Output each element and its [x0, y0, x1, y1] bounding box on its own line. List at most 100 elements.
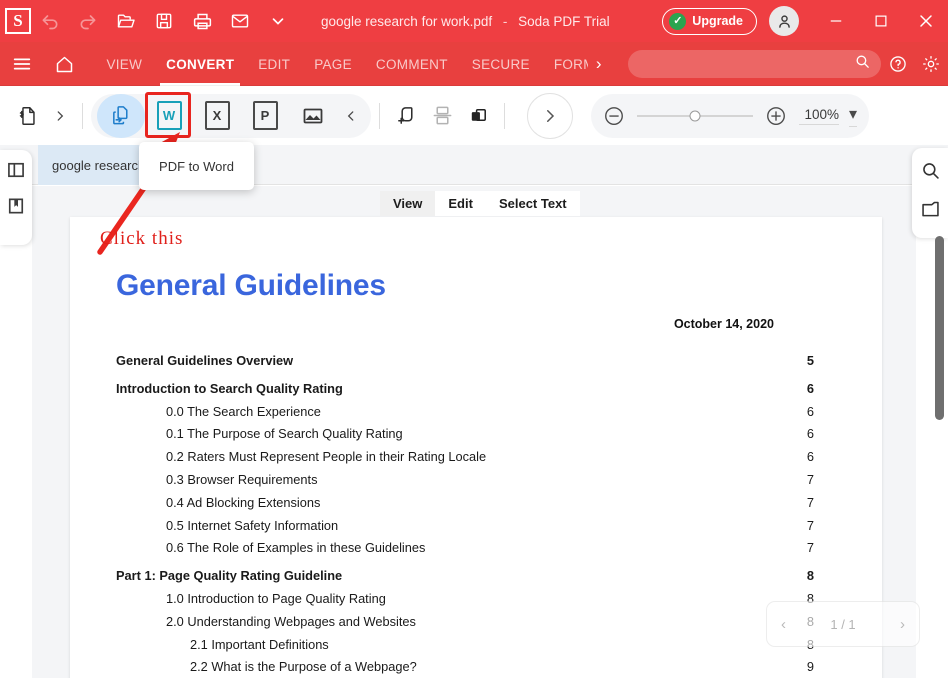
toc-row[interactable]: 0.6 The Role of Examples in these Guidel… — [116, 537, 836, 560]
toc-row[interactable]: 2.0 Understanding Webpages and Websites … — [116, 611, 836, 634]
toc-row[interactable]: 0.2 Raters Must Represent People in thei… — [116, 446, 836, 469]
gear-icon[interactable] — [915, 42, 948, 86]
maximize-button[interactable] — [858, 0, 903, 42]
page-counter: 1 / 1 — [830, 617, 855, 632]
split-page-icon[interactable] — [424, 96, 460, 136]
prev-page-chevron-left-icon[interactable]: ‹ — [781, 616, 786, 633]
zoom-controls: 100% ▾ — [591, 93, 870, 138]
check-icon: ✓ — [669, 12, 687, 30]
pdf-to-word-button[interactable]: W — [145, 94, 193, 138]
mode-select-text-button[interactable]: Select Text — [485, 191, 580, 216]
tab-view[interactable]: VIEW — [94, 42, 154, 86]
tab-page[interactable]: PAGE — [302, 42, 364, 86]
pdf-page: General Guidelines October 14, 2020 Gene… — [70, 217, 882, 678]
convert-from-pdf-button[interactable] — [97, 93, 145, 138]
zoom-slider[interactable] — [637, 110, 753, 121]
close-button[interactable] — [903, 0, 948, 42]
search-icon[interactable] — [854, 53, 871, 75]
current-page-value[interactable]: 1 — [830, 617, 837, 632]
pdf-to-powerpoint-button[interactable]: P — [241, 94, 289, 138]
panel-layout-icon[interactable] — [6, 160, 26, 180]
toc-row[interactable]: 0.3 Browser Requirements 7 — [116, 469, 836, 492]
toc-label: 0.5 Internet Safety Information — [166, 517, 339, 533]
toc-label: 2.1 Important Definitions — [190, 636, 329, 652]
next-page-chevron-right-icon[interactable]: › — [900, 616, 905, 633]
toc-row[interactable]: 2.2 What is the Purpose of a Webpage? 9 — [116, 656, 836, 678]
toc-label: 0.1 The Purpose of Search Quality Rating — [166, 426, 403, 442]
zoom-dropdown-chevron-down-icon[interactable]: ▾ — [849, 104, 858, 127]
toc-row[interactable]: 0.4 Ad Blocking Extensions 7 — [116, 492, 836, 515]
open-folder-icon[interactable] — [107, 0, 145, 42]
chevron-down-icon[interactable] — [259, 0, 297, 42]
minimize-button[interactable] — [813, 0, 858, 42]
tab-edit[interactable]: EDIT — [246, 42, 302, 86]
toc-row[interactable]: Introduction to Search Quality Rating 6 — [116, 373, 836, 401]
page-navigator: ‹ 1 / 1 › — [766, 601, 920, 647]
toc-page-number: 6 — [806, 426, 814, 442]
toc-row[interactable]: 0.5 Internet Safety Information 7 — [116, 515, 836, 538]
word-badge: W — [156, 101, 182, 130]
search-input[interactable] — [637, 56, 855, 72]
zoom-level-value[interactable]: 100% — [799, 107, 839, 125]
annotation-label: Click this — [100, 228, 184, 249]
home-icon[interactable] — [43, 42, 86, 86]
title-bar: S google research for work.pdf - Soda PD… — [0, 0, 948, 42]
toolbar-divider — [82, 102, 83, 129]
toolbar-next-chevron-icon[interactable] — [46, 96, 74, 136]
search-box[interactable] — [627, 50, 882, 78]
toc-page-number: 6 — [806, 403, 814, 419]
titlebar-right-group: ✓ Upgrade — [662, 0, 948, 42]
avatar[interactable] — [769, 6, 799, 36]
right-sidebar-rail — [912, 148, 948, 238]
toolbar-scroll-next-button[interactable] — [527, 92, 573, 139]
mode-edit-button[interactable]: Edit — [435, 191, 486, 216]
hamburger-menu-icon[interactable] — [0, 42, 43, 86]
bookmark-icon[interactable] — [6, 196, 26, 216]
zoom-out-icon[interactable] — [603, 105, 625, 127]
upgrade-label: Upgrade — [692, 14, 743, 28]
pdf-to-excel-button[interactable]: X — [193, 94, 241, 138]
tab-form[interactable]: FORM — [542, 42, 588, 86]
toc-page-number: 7 — [806, 540, 814, 556]
toolbar-divider-2 — [379, 102, 380, 129]
print-icon[interactable] — [183, 0, 221, 42]
view-mode-bar: View Edit Select Text — [380, 191, 580, 216]
mail-icon[interactable] — [221, 0, 259, 42]
help-icon[interactable] — [881, 42, 914, 86]
tab-secure[interactable]: SECURE — [460, 42, 542, 86]
toc-page-number: 5 — [806, 353, 814, 368]
toc-page-number: 7 — [806, 471, 814, 487]
vertical-scrollbar-thumb[interactable] — [935, 236, 944, 420]
toc-page-number: 7 — [806, 517, 814, 533]
toc-row[interactable]: 2.1 Important Definitions 8 — [116, 634, 836, 657]
tab-comment[interactable]: COMMENT — [364, 42, 460, 86]
toc-label: 2.0 Understanding Webpages and Websites — [166, 613, 416, 629]
toc-row[interactable]: 0.1 The Purpose of Search Quality Rating… — [116, 423, 836, 446]
toc-row[interactable]: 0.0 The Search Experience 6 — [116, 401, 836, 424]
convert-format-group: W X P — [91, 93, 371, 138]
toc-row[interactable]: Part 1: Page Quality Rating Guideline 8 — [116, 560, 836, 588]
convert-to-pdf-icon[interactable] — [10, 96, 46, 136]
toc-row[interactable]: 1.0 Introduction to Page Quality Rating … — [116, 588, 836, 611]
merge-pages-icon[interactable] — [460, 96, 496, 136]
add-page-icon[interactable] — [388, 96, 424, 136]
toc-label: Part 1: Page Quality Rating Guideline — [116, 568, 343, 584]
format-prev-chevron-icon[interactable] — [337, 96, 365, 136]
pdf-to-image-button[interactable] — [289, 94, 337, 138]
save-icon[interactable] — [145, 0, 183, 42]
undo-icon[interactable] — [31, 0, 69, 42]
document-title: google research for work.pdf - Soda PDF … — [321, 14, 610, 29]
toc-label: General Guidelines Overview — [116, 353, 294, 368]
page-thumbnail-icon[interactable] — [920, 199, 941, 220]
upgrade-button[interactable]: ✓ Upgrade — [662, 7, 757, 35]
tab-convert[interactable]: CONVERT — [154, 42, 246, 86]
redo-icon[interactable] — [69, 0, 107, 42]
toc-row[interactable]: General Guidelines Overview 5 — [116, 353, 836, 373]
powerpoint-badge: P — [252, 101, 278, 130]
zoom-in-icon[interactable] — [765, 105, 787, 127]
zoom-slider-thumb[interactable] — [689, 110, 701, 121]
mode-view-button[interactable]: View — [380, 191, 436, 216]
search-icon[interactable] — [920, 160, 941, 181]
toc-label: 0.4 Ad Blocking Extensions — [166, 494, 321, 510]
menu-overflow-chevron-right-icon[interactable]: › — [588, 42, 610, 86]
